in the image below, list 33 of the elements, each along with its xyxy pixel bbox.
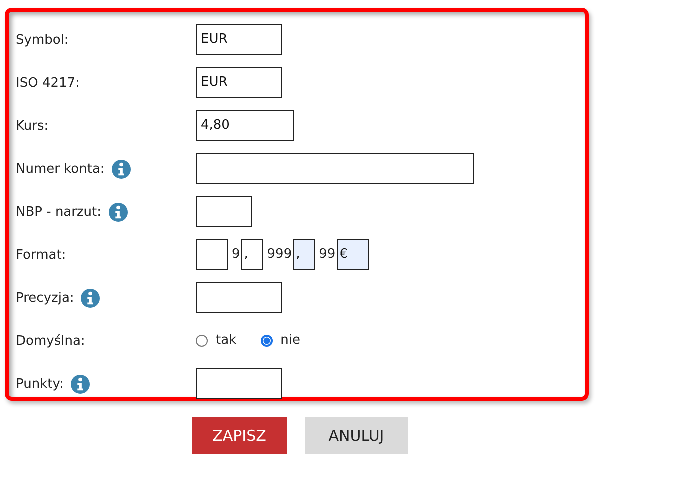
input-field[interactable] xyxy=(196,196,252,227)
save-button[interactable]: ZAPISZ xyxy=(192,417,287,454)
field-label: ISO 4217: xyxy=(16,76,80,91)
input-field[interactable]: , xyxy=(241,239,264,270)
cancel-button[interactable]: ANULUJ xyxy=(305,417,408,454)
input-field[interactable] xyxy=(196,153,474,184)
field-label: NBP - narzut: xyxy=(16,205,102,220)
field-label: Kurs: xyxy=(16,119,49,134)
input-field[interactable]: EUR xyxy=(196,67,282,98)
field-label: Punkty: xyxy=(16,377,64,392)
info-icon[interactable] xyxy=(81,289,100,308)
radio-label[interactable]: nie xyxy=(280,333,300,348)
format-text: 9 xyxy=(231,247,242,262)
radio-button[interactable] xyxy=(196,334,208,346)
field-label: Numer konta: xyxy=(16,162,105,177)
input-field[interactable]: € xyxy=(336,239,369,270)
field-label: Symbol: xyxy=(16,33,69,48)
format-text: 999 xyxy=(266,247,294,262)
format-text: 99 xyxy=(318,247,337,262)
field-label: Format: xyxy=(16,248,66,263)
input-field[interactable] xyxy=(196,368,282,399)
radio-button[interactable] xyxy=(260,334,273,346)
input-field[interactable]: 4,80 xyxy=(196,110,294,141)
radio-label[interactable]: tak xyxy=(216,333,237,348)
input-field[interactable] xyxy=(196,282,282,313)
field-label: Precyzja: xyxy=(16,291,74,306)
input-field[interactable]: EUR xyxy=(196,24,282,55)
info-icon[interactable] xyxy=(108,203,128,222)
input-field[interactable]: , xyxy=(293,239,316,270)
field-label: Domyślna: xyxy=(16,334,86,349)
info-icon[interactable] xyxy=(112,160,131,179)
info-icon[interactable] xyxy=(70,375,90,394)
input-field[interactable] xyxy=(196,239,228,270)
